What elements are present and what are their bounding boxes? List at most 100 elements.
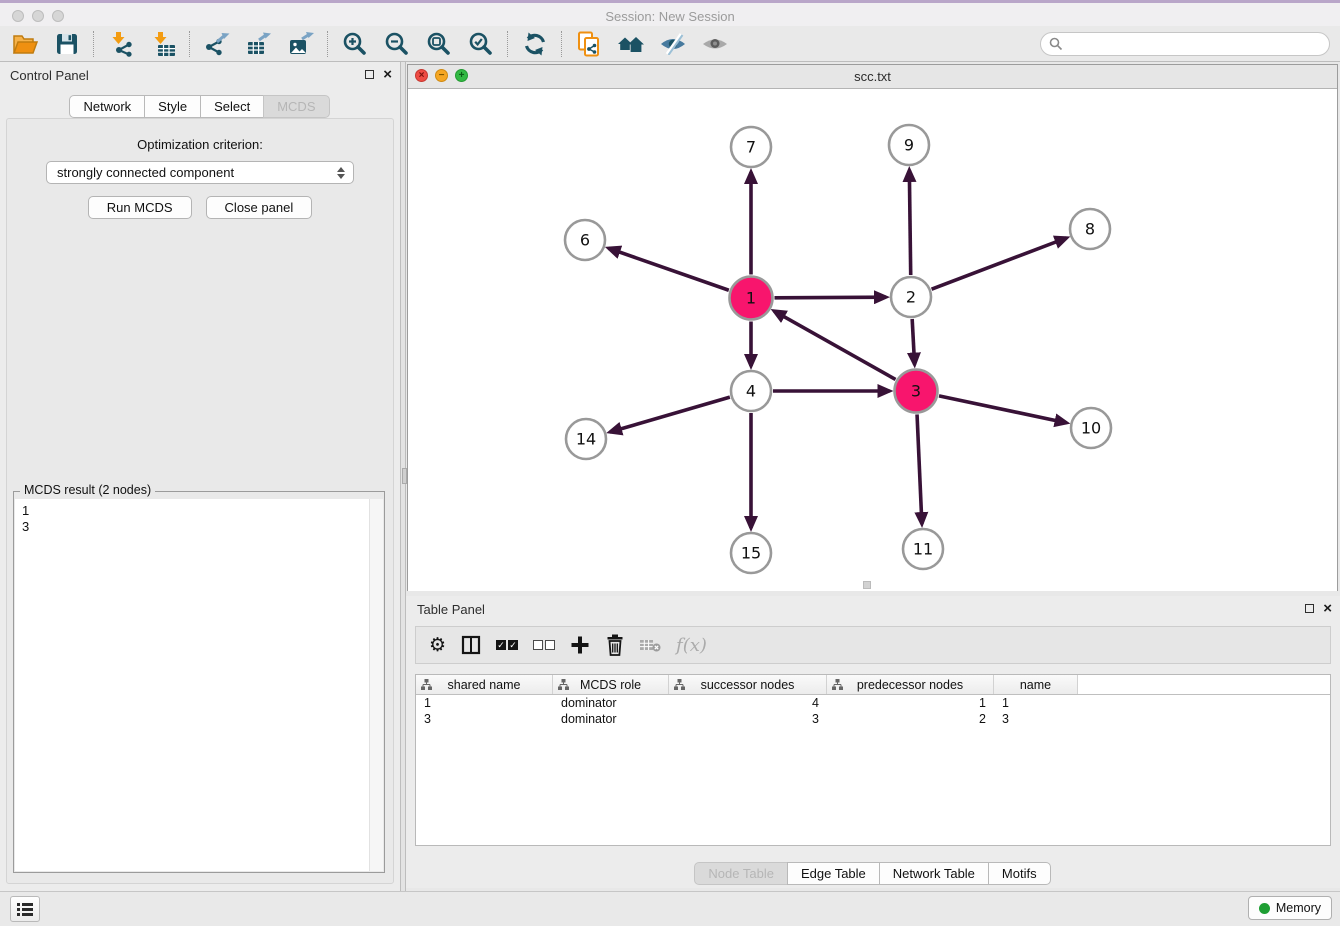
column-header-shared-name[interactable]: shared name	[416, 675, 553, 694]
table-cell[interactable]: 1	[416, 695, 553, 711]
tab-motifs[interactable]: Motifs	[988, 862, 1051, 885]
graph-edge-2-8[interactable]	[932, 238, 1067, 289]
table-cell[interactable]: 3	[994, 711, 1078, 727]
close-table-panel-icon[interactable]: ×	[1323, 602, 1332, 615]
select-all-columns-button[interactable]: ✓✓	[496, 640, 518, 650]
column-header-successor-nodes[interactable]: successor nodes	[669, 675, 827, 694]
function-builder-button[interactable]: f(x)	[676, 635, 707, 656]
criterion-dropdown[interactable]: strongly connected component	[46, 161, 354, 184]
open-session-button[interactable]	[4, 28, 46, 60]
tab-select[interactable]: Select	[200, 95, 264, 118]
export-image-button[interactable]	[280, 28, 322, 60]
column-header-MCDS-role[interactable]: MCDS role	[553, 675, 669, 694]
tab-network[interactable]: Network	[69, 95, 145, 118]
float-table-panel-icon[interactable]	[1305, 604, 1314, 613]
graph-node-3[interactable]: 3	[895, 370, 938, 413]
canvas-resize-grip[interactable]	[863, 581, 871, 589]
zoom-selected-button[interactable]	[460, 28, 502, 60]
graph-edge-3-11[interactable]	[917, 414, 922, 524]
zoom-in-button[interactable]	[334, 28, 376, 60]
zoom-fit-icon	[426, 31, 452, 57]
table-cell[interactable]: 1	[994, 695, 1078, 711]
close-panel-button[interactable]: Close panel	[206, 196, 313, 219]
table-cell[interactable]: dominator	[553, 711, 669, 727]
tab-node-table[interactable]: Node Table	[694, 862, 788, 885]
zoom-out-button[interactable]	[376, 28, 418, 60]
graph-node-15[interactable]: 15	[731, 533, 771, 573]
graph-node-2[interactable]: 2	[891, 277, 931, 317]
graph-edge-2-9[interactable]	[909, 170, 910, 275]
table-cell[interactable]: 3	[416, 711, 553, 727]
mcds-result-line: 3	[22, 519, 376, 535]
zoom-fit-button[interactable]	[418, 28, 460, 60]
hide-graphics-details-button[interactable]	[652, 28, 694, 60]
trash-icon	[605, 634, 625, 656]
main-area: Control Panel × Network Style Select MCD…	[0, 62, 1340, 892]
hierarchy-icon	[421, 679, 432, 693]
export-network-button[interactable]	[196, 28, 238, 60]
table-panel: Table Panel × ⚙ ✓✓	[406, 596, 1340, 888]
save-session-button[interactable]	[46, 28, 88, 60]
graph-edge-3-1[interactable]	[774, 311, 895, 379]
export-table-button[interactable]	[238, 28, 280, 60]
import-table-button[interactable]	[142, 28, 184, 60]
close-panel-icon[interactable]: ×	[383, 68, 392, 81]
node-table-body: 1dominator4113dominator323	[416, 695, 1330, 727]
table-cell[interactable]: 4	[669, 695, 827, 711]
show-graphics-details-button[interactable]	[694, 28, 736, 60]
graph-node-14[interactable]: 14	[566, 419, 606, 459]
column-header-name[interactable]: name	[994, 675, 1078, 694]
graph-node-9[interactable]: 9	[889, 125, 929, 165]
table-row[interactable]: 3dominator323	[416, 711, 1330, 727]
tab-style[interactable]: Style	[144, 95, 201, 118]
table-cell[interactable]: 3	[669, 711, 827, 727]
graph-edge-3-10[interactable]	[939, 396, 1067, 423]
graph-node-10[interactable]: 10	[1071, 408, 1111, 448]
mcds-result-textarea[interactable]: 1 3	[15, 499, 383, 871]
result-scrollbar[interactable]	[369, 499, 383, 871]
tab-edge-table[interactable]: Edge Table	[787, 862, 880, 885]
table-cell[interactable]: dominator	[553, 695, 669, 711]
window-title: Session: New Session	[0, 9, 1340, 24]
graph-edge-1-2[interactable]	[774, 297, 886, 298]
show-columns-button[interactable]	[461, 635, 481, 655]
delete-column-button[interactable]	[605, 634, 625, 656]
apply-layout-button[interactable]	[514, 28, 556, 60]
graph-edge-2-3[interactable]	[912, 319, 914, 365]
home-button[interactable]	[610, 28, 652, 60]
table-settings-button[interactable]: ⚙	[429, 635, 446, 655]
graph-node-7[interactable]: 7	[731, 127, 771, 167]
table-cell[interactable]: 1	[827, 695, 994, 711]
import-network-button[interactable]	[100, 28, 142, 60]
svg-text:2: 2	[906, 288, 916, 307]
control-panel-tabs: Network Style Select MCDS	[0, 95, 400, 118]
column-header-predecessor-nodes[interactable]: predecessor nodes	[827, 675, 994, 694]
run-mcds-button[interactable]: Run MCDS	[88, 196, 192, 219]
criterion-dropdown-value: strongly connected component	[57, 165, 337, 180]
graph-node-8[interactable]: 8	[1070, 209, 1110, 249]
application-window: Session: New Session	[0, 0, 1340, 926]
graph-edge-4-14[interactable]	[610, 397, 730, 432]
create-column-button[interactable]	[570, 635, 590, 655]
tab-mcds[interactable]: MCDS	[263, 95, 329, 118]
control-panel-title: Control Panel	[10, 68, 89, 83]
graph-node-11[interactable]: 11	[903, 529, 943, 569]
unselect-all-columns-button[interactable]	[533, 640, 555, 650]
search-input[interactable]	[1040, 32, 1330, 56]
delete-table-button[interactable]	[640, 638, 661, 652]
tab-network-table[interactable]: Network Table	[879, 862, 989, 885]
memory-button[interactable]: Memory	[1248, 896, 1332, 920]
graph-node-1[interactable]: 1	[730, 277, 773, 320]
clone-network-button[interactable]	[568, 28, 610, 60]
graph-edge-1-6[interactable]	[609, 248, 729, 290]
graph-node-6[interactable]: 6	[565, 220, 605, 260]
zoom-selected-icon	[468, 31, 494, 57]
table-row[interactable]: 1dominator411	[416, 695, 1330, 711]
task-history-button[interactable]	[10, 896, 40, 922]
graph-node-4[interactable]: 4	[731, 371, 771, 411]
network-canvas[interactable]: 7 9 6 8 1 2 4 3 14 10 15 11	[408, 89, 1337, 591]
table-cell[interactable]: 2	[827, 711, 994, 727]
float-panel-icon[interactable]	[365, 70, 374, 79]
columns-icon	[461, 635, 481, 655]
zoom-out-icon	[384, 31, 410, 57]
